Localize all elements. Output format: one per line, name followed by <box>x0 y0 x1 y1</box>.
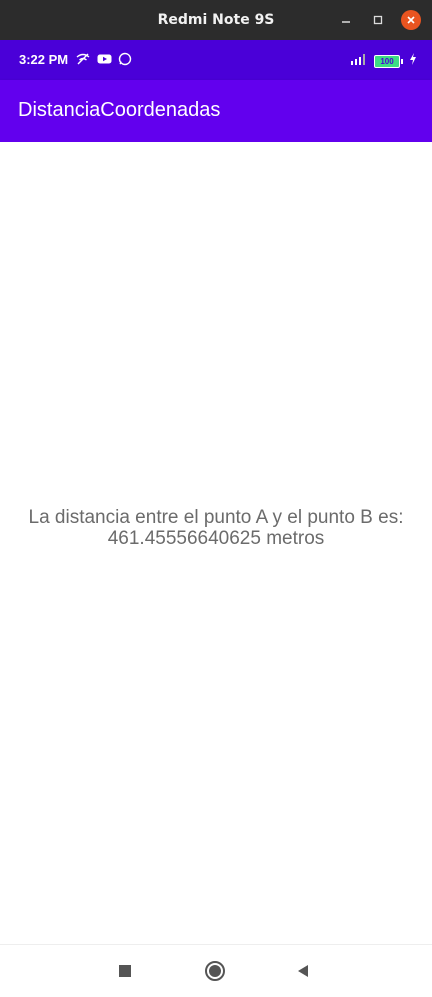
emulator-window: Redmi Note 9S 3:22 PM 100 DistanciaCoord… <box>0 0 432 997</box>
status-bar: 3:22 PM 100 <box>0 40 432 80</box>
result-line-1: La distancia entre el punto A y el punto… <box>28 507 404 528</box>
back-icon[interactable] <box>291 959 315 983</box>
youtube-icon <box>97 52 112 66</box>
minimize-icon[interactable] <box>336 10 356 30</box>
main-content: La distancia entre el punto A y el punto… <box>0 142 432 944</box>
close-icon[interactable] <box>401 10 421 30</box>
maximize-icon[interactable] <box>368 10 388 30</box>
charging-icon <box>409 52 417 71</box>
app-title: DistanciaCoordenadas <box>18 99 221 121</box>
home-icon[interactable] <box>203 959 227 983</box>
window-title: Redmi Note 9S <box>157 12 275 28</box>
navigation-bar <box>0 944 432 997</box>
result-line-2: 461.45556640625 metros <box>107 528 325 549</box>
app-bar: DistanciaCoordenadas <box>0 80 432 142</box>
wifi-off-icon <box>76 52 90 66</box>
distance-result-text: La distancia entre el punto A y el punto… <box>10 507 422 549</box>
battery-level: 100 <box>374 55 400 68</box>
recents-icon[interactable] <box>113 959 137 983</box>
battery-icon: 100 <box>374 55 403 68</box>
whatsapp-icon <box>118 52 132 66</box>
status-time: 3:22 PM <box>19 52 69 67</box>
window-titlebar: Redmi Note 9S <box>0 0 432 40</box>
signal-icon <box>348 52 368 71</box>
